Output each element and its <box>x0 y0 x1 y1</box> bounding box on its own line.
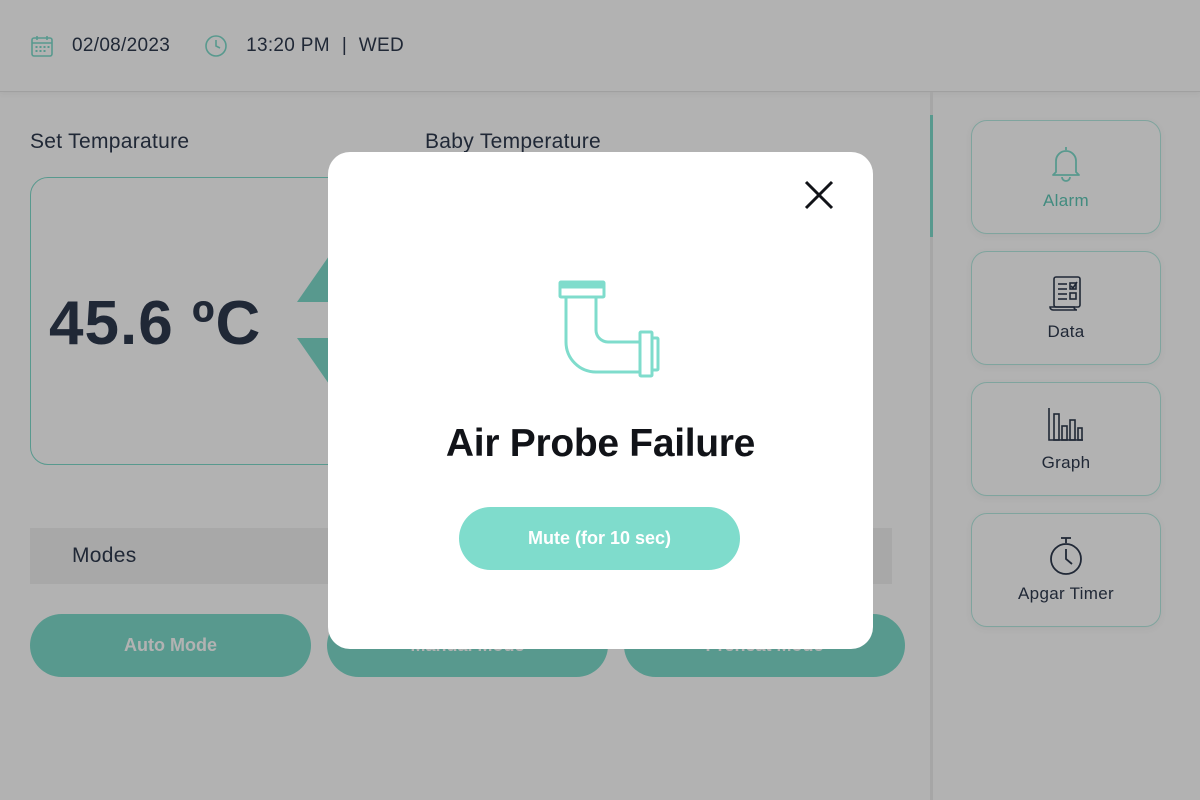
close-icon <box>804 180 834 210</box>
alert-title: Air Probe Failure <box>445 422 756 465</box>
close-button[interactable] <box>802 178 836 212</box>
alert-dialog: Air Probe Failure Mute (for 10 sec) <box>328 152 873 649</box>
mute-button[interactable]: Mute (for 10 sec) <box>459 507 740 570</box>
pipe-icon <box>558 280 660 378</box>
